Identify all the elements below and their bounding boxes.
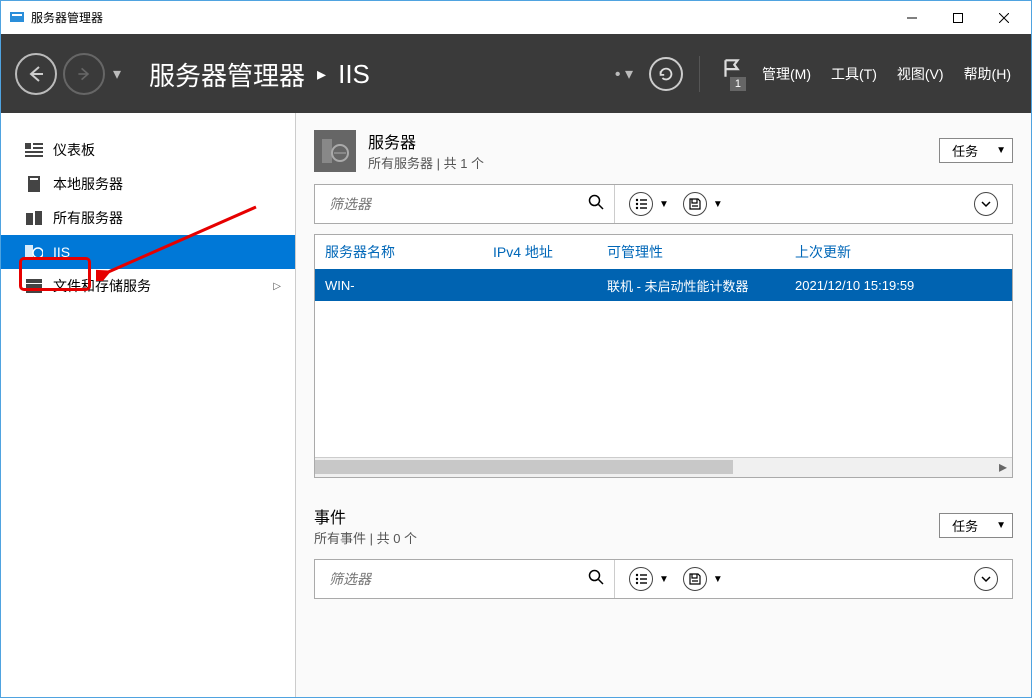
sidebar: 仪表板 本地服务器 所有服务器 IIS 文件和存储服务 ▷	[1, 113, 296, 697]
menu-help[interactable]: 帮助(H)	[964, 64, 1011, 84]
navbar: ▾ 服务器管理器 ▸ IIS • ▾ 1 管理(M) 工具(T) 视图(V) 帮…	[1, 35, 1031, 113]
close-button[interactable]	[981, 2, 1027, 34]
filter-input[interactable]	[329, 196, 578, 212]
servers-toolbar: ▼ ▼	[314, 184, 1013, 224]
sidebar-item-iis[interactable]: IIS	[1, 235, 295, 269]
divider	[699, 56, 700, 92]
breadcrumb-current: IIS	[338, 59, 370, 90]
minimize-button[interactable]	[889, 2, 935, 34]
menu-manage[interactable]: 管理(M)	[762, 64, 811, 84]
history-dropdown[interactable]: ▾	[113, 64, 121, 84]
tasks-dropdown[interactable]: 任务▼	[939, 513, 1013, 538]
column-header-name[interactable]: 服务器名称	[315, 242, 483, 262]
collapse-button[interactable]	[974, 192, 998, 216]
save-view-button[interactable]: ▼	[683, 567, 723, 591]
refresh-button[interactable]	[649, 57, 683, 91]
dashboard-icon	[25, 143, 43, 157]
content-pane: 服务器 所有服务器 | 共 1 个 任务▼ ▼	[296, 113, 1031, 697]
section-title: 事件	[314, 504, 927, 528]
save-view-button[interactable]: ▼	[683, 192, 723, 216]
list-view-button[interactable]: ▼	[629, 192, 669, 216]
cell-name: WIN-	[315, 278, 597, 293]
maximize-button[interactable]	[935, 2, 981, 34]
events-section: 事件 所有事件 | 共 0 个 任务▼ ▼ ▼	[314, 504, 1013, 599]
sidebar-item-label: 仪表板	[53, 140, 95, 160]
cell-manageability: 联机 - 未启动性能计数器	[597, 276, 785, 295]
servers-section: 服务器 所有服务器 | 共 1 个 任务▼ ▼	[314, 129, 1013, 478]
menu-view[interactable]: 视图(V)	[897, 64, 944, 84]
notifications-flag[interactable]: 1	[716, 57, 746, 91]
list-view-button[interactable]: ▼	[629, 567, 669, 591]
sidebar-item-label: 文件和存储服务	[53, 276, 151, 296]
titlebar: 服务器管理器	[1, 1, 1031, 35]
tasks-dropdown[interactable]: 任务▼	[939, 138, 1013, 163]
events-toolbar: ▼ ▼	[314, 559, 1013, 599]
table-row[interactable]: WIN- 联机 - 未启动性能计数器 2021/12/10 15:19:59	[315, 269, 1012, 301]
notifications-count: 1	[730, 77, 746, 91]
section-subtitle: 所有服务器 | 共 1 个	[368, 153, 927, 172]
column-header-manageability[interactable]: 可管理性	[597, 242, 785, 262]
section-title: 服务器	[368, 129, 927, 153]
sidebar-item-label: 所有服务器	[53, 208, 123, 228]
sidebar-item-files-storage[interactable]: 文件和存储服务 ▷	[1, 269, 295, 303]
menu-tools[interactable]: 工具(T)	[831, 64, 877, 84]
sidebar-item-label: IIS	[53, 244, 70, 260]
forward-button[interactable]	[63, 53, 105, 95]
app-icon	[9, 10, 25, 26]
servers-table: 服务器名称 IPv4 地址 可管理性 上次更新 WIN- 联机 - 未启动性能计…	[314, 234, 1013, 478]
server-icon	[25, 176, 43, 192]
horizontal-scrollbar[interactable]: ◂▸	[315, 457, 1012, 477]
back-button[interactable]	[15, 53, 57, 95]
chevron-right-icon: ▸	[317, 64, 326, 85]
section-subtitle: 所有事件 | 共 0 个	[314, 528, 927, 547]
search-icon[interactable]	[588, 569, 604, 590]
filter-input[interactable]	[329, 571, 578, 587]
column-header-ipv4[interactable]: IPv4 地址	[483, 242, 597, 262]
breadcrumb-root: 服务器管理器	[149, 56, 305, 93]
sidebar-item-local-server[interactable]: 本地服务器	[1, 167, 295, 201]
window-title: 服务器管理器	[31, 9, 103, 26]
servers-icon	[25, 211, 43, 225]
storage-icon	[25, 279, 43, 293]
chevron-right-icon: ▷	[273, 281, 281, 292]
sidebar-item-all-servers[interactable]: 所有服务器	[1, 201, 295, 235]
breadcrumb[interactable]: 服务器管理器 ▸ IIS	[149, 56, 370, 93]
column-header-last-update[interactable]: 上次更新	[785, 242, 1012, 262]
servers-section-icon	[314, 130, 356, 172]
sidebar-item-label: 本地服务器	[53, 174, 123, 194]
iis-icon	[25, 245, 43, 259]
collapse-button[interactable]	[974, 567, 998, 591]
sidebar-item-dashboard[interactable]: 仪表板	[1, 133, 295, 167]
breadcrumb-dropdown[interactable]: • ▾	[615, 64, 633, 84]
search-icon[interactable]	[588, 194, 604, 215]
cell-last-update: 2021/12/10 15:19:59	[785, 278, 1012, 293]
